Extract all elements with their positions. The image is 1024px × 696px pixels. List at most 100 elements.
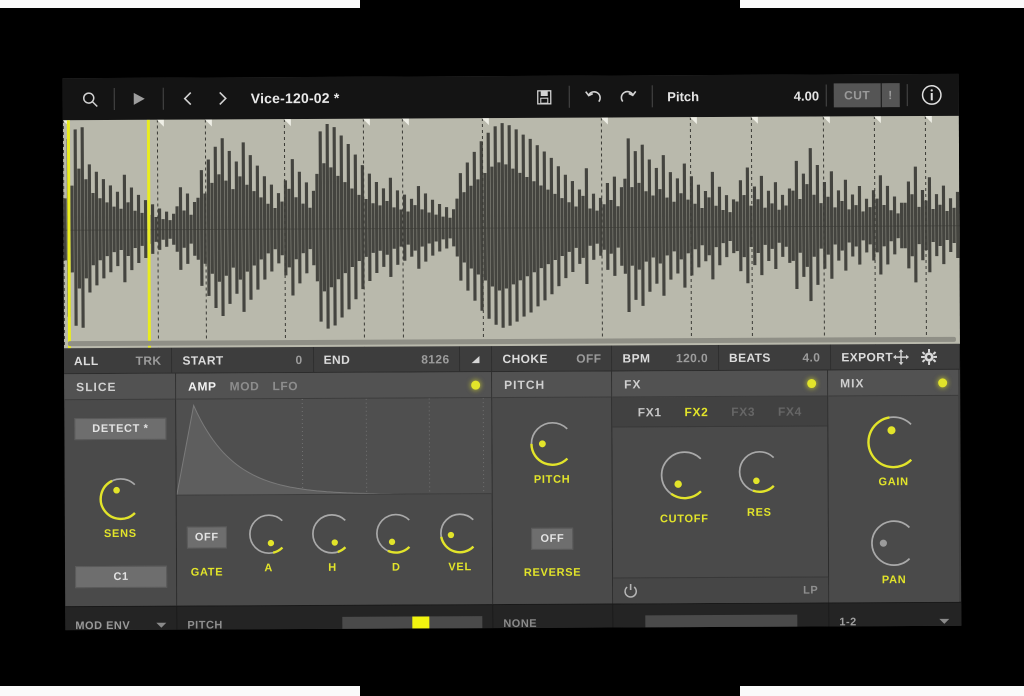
slice-divider[interactable] [363,118,366,347]
slice-divider[interactable] [924,115,927,344]
mod-empty-slider[interactable] [644,614,797,631]
end-field[interactable]: END 8126 [313,346,461,372]
tab-amp[interactable]: AMP [188,379,217,393]
mix-led[interactable] [938,377,948,387]
tab-fx3[interactable]: FX3 [731,404,755,418]
slice-divider[interactable] [822,116,825,345]
pan-knob[interactable]: PAN [869,518,919,586]
divider [651,85,653,108]
slice-divider[interactable] [690,117,693,346]
gear-icon[interactable] [921,348,938,365]
power-icon[interactable] [623,583,638,598]
panel-row: SLICE DETECT * SENS C1 AMP MOD LFO OFF G… [64,369,961,607]
slice-marker[interactable] [284,119,292,127]
pitch-panel-body: PITCH OFF REVERSE [492,398,612,605]
divider [906,84,908,107]
gain-knob[interactable]: GAIN [865,414,921,488]
info-icon[interactable] [915,74,949,116]
trk-label[interactable]: TRK [118,353,162,367]
selection-start-handle[interactable] [66,120,71,349]
chevron-down-icon [156,622,167,628]
slice-marker[interactable] [363,118,371,126]
decay-knob[interactable]: D [374,511,418,574]
tab-lfo[interactable]: LFO [272,379,298,393]
gate-button[interactable]: OFF [186,526,227,549]
mod-depth-slider[interactable] [342,616,483,631]
output-dropdown[interactable]: 1-2 [829,603,959,630]
slice-divider[interactable] [401,118,404,347]
mod-destination-row[interactable]: PITCH [177,605,494,631]
slice-divider[interactable] [204,119,207,348]
save-icon[interactable] [527,76,561,118]
slice-marker[interactable] [401,118,409,126]
selection-end-handle[interactable] [147,119,152,348]
slice-scope-selector[interactable]: ALL TRK [63,347,173,374]
reverse-button[interactable]: OFF [531,527,574,550]
pitch-knob[interactable]: PITCH [528,420,576,486]
beats-field[interactable]: BEATS 4.0 [718,344,832,370]
slice-marker[interactable] [204,119,212,127]
undo-icon[interactable] [576,76,610,118]
envelope-led[interactable] [471,380,481,390]
choke-field[interactable]: CHOKE OFF [492,345,613,372]
slice-marker[interactable] [873,116,881,124]
fx-panel-header: FX [612,370,828,398]
slice-marker[interactable] [690,117,698,125]
move-icon[interactable] [893,348,910,365]
fx-led[interactable] [807,378,817,388]
slice-divider[interactable] [284,119,287,348]
velocity-knob[interactable]: VEL [438,511,482,573]
export-button[interactable]: EXPORT [841,350,893,364]
res-knob[interactable]: RES [736,449,782,525]
search-icon[interactable] [73,78,107,120]
slice-marker[interactable] [156,119,164,127]
start-field[interactable]: START 0 [172,346,314,373]
cut-button[interactable]: CUT [834,83,881,108]
mod-source-dropdown[interactable]: MOD ENV [65,606,178,631]
slice-divider[interactable] [600,117,603,346]
slice-divider[interactable] [750,116,754,345]
chevron-right-icon[interactable] [205,77,239,119]
slice-divider[interactable] [156,119,160,348]
slice-marker[interactable] [482,118,490,126]
attack-knob[interactable]: A [246,512,290,574]
bang-button[interactable]: ! [881,83,900,108]
sens-label: SENS [103,527,137,540]
hold-knob[interactable]: H [310,512,354,574]
slice-divider[interactable] [873,116,876,345]
tab-fx1[interactable]: FX1 [638,405,662,419]
preset-title[interactable]: Vice-120-02 * [251,90,340,106]
chevron-left-icon[interactable] [171,77,205,119]
tab-fx4[interactable]: FX4 [778,404,802,418]
slice-marker[interactable] [924,115,932,123]
gate-control: OFF GATE [186,512,227,579]
slice-marker[interactable] [822,116,830,124]
gain-label: GAIN [878,476,909,489]
cutoff-knob[interactable]: CUTOFF [658,449,710,525]
waveform-display[interactable] [62,115,960,349]
param-value[interactable]: 4.00 [699,88,819,104]
slice-divider[interactable] [62,120,65,349]
play-icon[interactable] [122,78,156,120]
tab-mod[interactable]: MOD [230,379,260,393]
slice-panel-title: SLICE [76,379,117,394]
fx-mode-label[interactable]: LP [803,584,818,596]
slice-divider[interactable] [482,118,485,347]
pitch-panel: PITCH PITCH OFF REVERSE [492,371,614,605]
sens-knob[interactable]: SENS [97,476,143,540]
screen-canvas: Vice-120-02 * Pitch 4.00 CUT ! ALL TRK S… [0,0,1024,696]
slice-marker[interactable] [750,116,758,124]
choke-label: CHOKE [502,351,548,366]
flag-icon[interactable] [460,346,493,372]
mod-none-label[interactable]: NONE [493,604,614,631]
output-label: 1-2 [839,615,857,628]
backdrop-band [0,0,360,8]
bpm-field[interactable]: BPM 120.0 [612,344,720,371]
detect-button[interactable]: DETECT * [74,417,167,441]
mix-panel-header: MIX [828,369,959,397]
root-note-button[interactable]: C1 [75,565,168,589]
redo-icon[interactable] [610,75,644,117]
tab-fx2[interactable]: FX2 [684,405,708,419]
slice-marker[interactable] [600,117,608,125]
envelope-graph[interactable] [176,398,492,496]
